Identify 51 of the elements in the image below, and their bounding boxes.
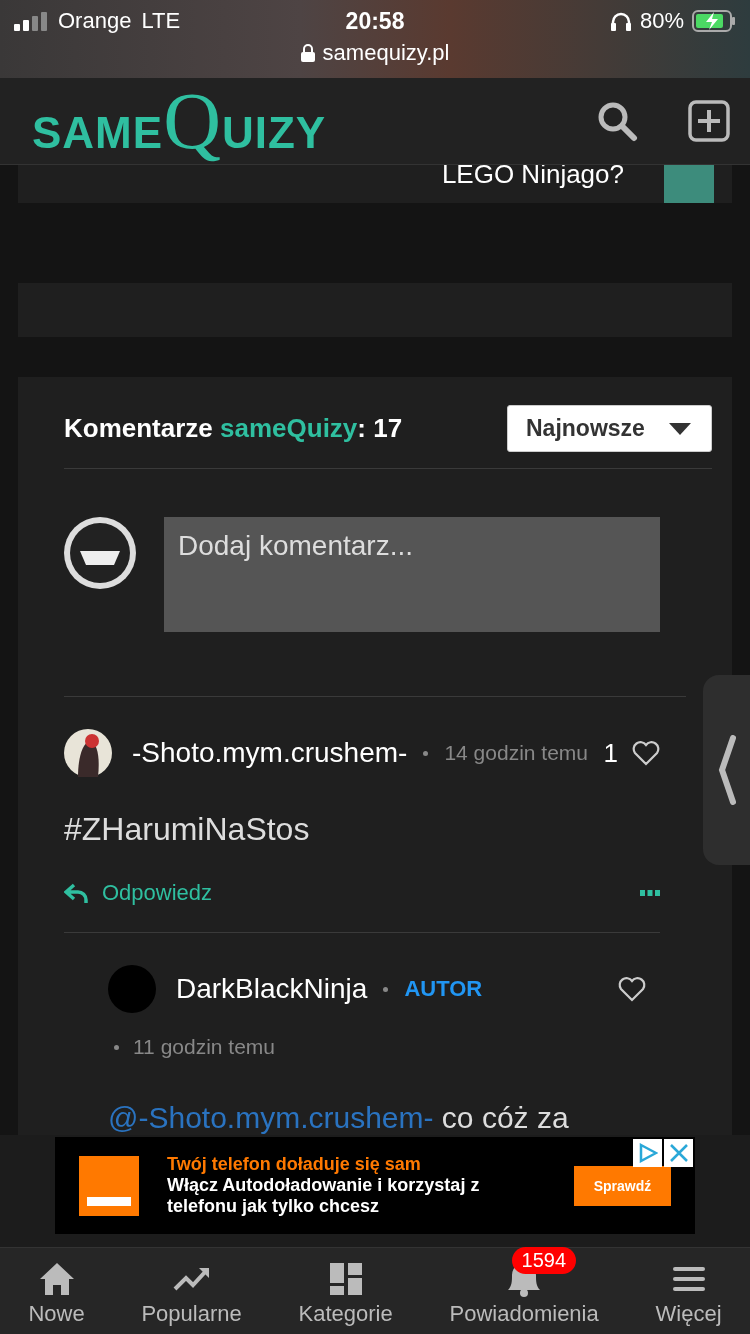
signal-icon: [14, 11, 48, 31]
network-type: LTE: [141, 8, 181, 34]
comment-author[interactable]: -Shoto.mym.crushem-: [132, 737, 408, 769]
more-icon[interactable]: [640, 890, 660, 896]
headphones-icon: [609, 11, 632, 31]
comment-text: @-Shoto.mym.crushem- co cóż za: [108, 1101, 570, 1135]
heart-icon[interactable]: [618, 976, 646, 1002]
ad-info-button[interactable]: [633, 1139, 662, 1167]
comment-text: #ZHarumiNaStos: [64, 811, 311, 848]
brand-logo: [79, 1155, 139, 1216]
separator-dot: [383, 986, 389, 992]
sort-dropdown[interactable]: Najnowsze: [507, 405, 712, 452]
avatar[interactable]: [64, 517, 136, 589]
reply-icon: [64, 883, 88, 903]
nav-tab[interactable]: Popularne: [141, 1247, 242, 1327]
nav-tab[interactable]: Powiadomienia 1594: [449, 1247, 599, 1327]
page-url[interactable]: samequizy.pl: [322, 40, 450, 66]
separator-dot: [423, 750, 429, 756]
comments-heading: Komentarze sameQuizy: 17: [64, 413, 403, 444]
quiz-title[interactable]: LEGO Ninjago?: [441, 165, 624, 187]
comment-time: 14 godzin temu: [444, 741, 588, 765]
ad-text: Włącz Autodoładowanie i korzystaj z telefonu jak tylko chcesz: [167, 1175, 481, 1217]
carrier-name: Orange: [58, 8, 132, 34]
heart-icon[interactable]: [632, 740, 660, 766]
search-icon[interactable]: [596, 100, 638, 142]
ad-headline: Twój telefon doładuje się sam: [167, 1154, 422, 1175]
play-icon: [637, 1143, 658, 1163]
comment-author[interactable]: DarkBlackNinja: [176, 973, 368, 1005]
nav-tab[interactable]: Więcej: [655, 1247, 722, 1327]
notification-badge: 1594: [511, 1247, 577, 1274]
battery-percent: 80%: [639, 8, 684, 34]
avatar[interactable]: [64, 729, 112, 777]
close-icon: [669, 1144, 688, 1162]
chevron-icon: [717, 735, 736, 805]
separator-dot: [114, 1044, 119, 1050]
battery-icon: [692, 10, 736, 32]
caret-icon: [669, 422, 691, 435]
comment-time: 11 godzin temu: [133, 1035, 276, 1059]
add-icon[interactable]: [688, 100, 730, 142]
clock-time: 20:58: [345, 7, 405, 35]
close-button[interactable]: [664, 1139, 693, 1167]
ad-banner[interactable]: Twój telefon doładuje się sam Włącz Autodoładowanie i korzystaj z telefonu jak tylko chcesz Sprawdź: [55, 1137, 695, 1234]
side-panel-handle[interactable]: [703, 675, 750, 865]
reply-button[interactable]: Odpowiedz: [64, 880, 213, 906]
nav-tab[interactable]: Nowe: [28, 1247, 85, 1327]
comment-input[interactable]: Dodaj komentarz...: [164, 517, 660, 632]
lock-icon: [300, 44, 315, 62]
nav-tab[interactable]: Kategorie: [298, 1247, 393, 1327]
like-count: 1: [603, 737, 618, 769]
quiz-thumbnail[interactable]: [664, 165, 714, 203]
author-label: AUTOR: [404, 976, 483, 1002]
